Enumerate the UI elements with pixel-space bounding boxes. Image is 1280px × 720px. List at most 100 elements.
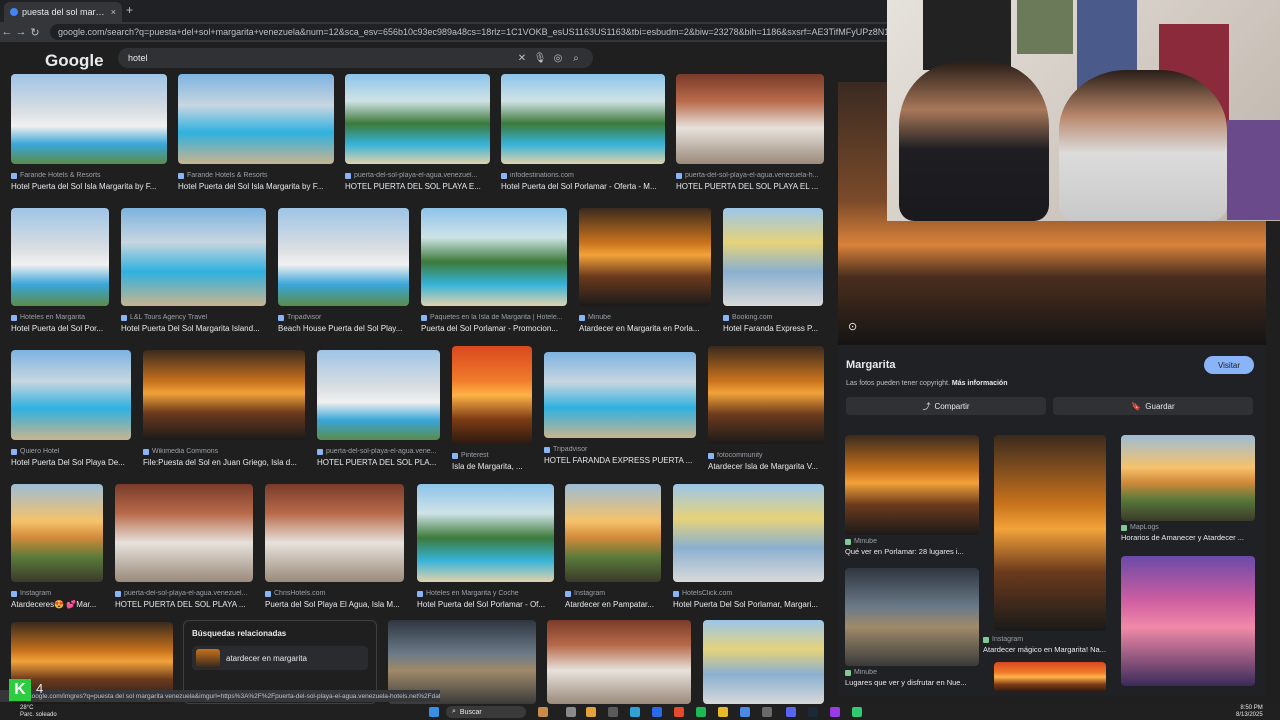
google-logo[interactable]: Google	[45, 51, 104, 71]
result-caption[interactable]: Hotel Puerta Del Sol Margarita Island...	[121, 324, 266, 333]
result-caption[interactable]: Hotel Puerta del Sol Porlamar - Oferta -…	[501, 182, 665, 191]
result-caption[interactable]: Beach House Puerta del Sol Play...	[278, 324, 409, 333]
result-image[interactable]	[703, 620, 824, 704]
result-tile[interactable]: Quiero Hotel Hotel Puerta Del Sol Playa …	[11, 350, 131, 467]
result-tile[interactable]: Tripadvisor Beach House Puerta del Sol P…	[278, 208, 409, 333]
related-caption[interactable]: Horarios de Amanecer y Atardecer ...	[1121, 533, 1255, 542]
result-image[interactable]	[121, 208, 266, 306]
result-image[interactable]	[178, 74, 334, 164]
search-input[interactable]	[126, 52, 513, 64]
result-caption[interactable]: HOTEL PUERTA DEL SOL PLAYA EL ...	[676, 182, 824, 191]
result-caption[interactable]: Atardecer Isla de Margarita V...	[708, 462, 824, 471]
result-image[interactable]	[501, 74, 665, 164]
related-image-tile[interactable]	[1121, 556, 1255, 686]
lens-icon[interactable]: ⊙	[848, 320, 857, 333]
preview-title[interactable]: Margarita	[846, 359, 896, 371]
result-caption[interactable]: File:Puesta del Sol en Juan Griego, Isla…	[143, 458, 305, 467]
result-tile[interactable]	[703, 620, 824, 704]
related-search-item[interactable]: atardecer en margarita	[192, 646, 368, 670]
related-image[interactable]	[1121, 435, 1255, 521]
result-tile[interactable]: puerta-del-sol-playa-el-agua.vene... HOT…	[317, 350, 440, 467]
related-caption[interactable]: Lugares que ver y disfrutar en Nue...	[845, 678, 979, 687]
result-tile[interactable]: Pinterest Isla de Margarita, ...	[452, 346, 532, 471]
app-icon[interactable]	[674, 707, 684, 717]
result-image[interactable]	[708, 346, 824, 444]
result-tile[interactable]: Instagram Atardeceres😍 💕Mar...	[11, 484, 103, 609]
result-tile[interactable]: Minube Atardecer en Margarita en Porla..…	[579, 208, 711, 333]
result-tile[interactable]: Booking.com Hotel Faranda Express P...	[723, 208, 823, 333]
result-caption[interactable]: HOTEL PUERTA DEL SOL PLA...	[317, 458, 440, 467]
windows-start-icon[interactable]	[429, 707, 439, 717]
result-caption[interactable]: Isla de Margarita, ...	[452, 462, 532, 471]
result-tile[interactable]: Tripadvisor HOTEL FARANDA EXPRESS PUERTA…	[544, 352, 696, 465]
result-image[interactable]	[278, 208, 409, 306]
new-tab-button[interactable]: +	[126, 3, 133, 17]
browser-tab[interactable]: puesta del sol margarita venez... ×	[4, 2, 122, 22]
result-image[interactable]	[143, 350, 305, 440]
result-image[interactable]	[547, 620, 691, 704]
save-button[interactable]: 🔖 Guardar	[1053, 397, 1253, 415]
result-image[interactable]	[673, 484, 824, 582]
lens-icon[interactable]: ◎	[549, 53, 567, 64]
search-icon[interactable]: ⌕	[567, 53, 585, 64]
result-caption[interactable]: Hotel Puerta del Sol Isla Margarita by F…	[11, 182, 167, 191]
widget-icon[interactable]	[538, 707, 548, 717]
steam-icon[interactable]	[808, 707, 818, 717]
result-tile[interactable]: puerta-del-sol-playa-el-agua.venezuel...…	[345, 74, 490, 191]
app-icon[interactable]	[830, 707, 840, 717]
chrome-icon[interactable]	[740, 707, 750, 717]
related-caption[interactable]: Atardecer mágico en Margarita! Na...	[983, 645, 1117, 654]
result-image[interactable]	[676, 74, 824, 164]
result-image[interactable]	[317, 350, 440, 440]
related-image-tile[interactable]: Instagram Atardecer mágico en Margarita!…	[983, 633, 1117, 654]
close-tab-icon[interactable]: ×	[111, 7, 116, 17]
terminal-icon[interactable]	[608, 707, 618, 717]
related-caption[interactable]: Qué ver en Porlamar: 28 lugares i...	[845, 547, 979, 556]
related-image[interactable]	[994, 662, 1106, 692]
result-tile[interactable]: puerta-del-sol-playa-el-agua.venezuel...…	[115, 484, 253, 609]
result-caption[interactable]: Hotel Puerta Del Sol Porlamar, Margari..…	[673, 600, 824, 609]
result-caption[interactable]: Atardecer en Margarita en Porla...	[579, 324, 711, 333]
result-image[interactable]	[11, 74, 167, 164]
result-caption[interactable]: Hotel Puerta Del Sol Playa De...	[11, 458, 131, 467]
result-image[interactable]	[421, 208, 567, 306]
result-caption[interactable]: Hotel Puerta del Sol Isla Margarita by F…	[178, 182, 334, 191]
result-tile[interactable]: Hoteles en Margarita y Coche Hotel Puert…	[417, 484, 554, 609]
visit-button[interactable]: Visitar	[1204, 356, 1254, 374]
result-image[interactable]	[544, 352, 696, 438]
result-tile[interactable]: Farande Hotels & Resorts Hotel Puerta de…	[178, 74, 334, 191]
result-image[interactable]	[265, 484, 404, 582]
result-caption[interactable]: Hotel Puerta del Sol Por...	[11, 324, 109, 333]
result-caption[interactable]: Atardeceres😍 💕Mar...	[11, 600, 103, 609]
result-caption[interactable]: Atardecer en Pampatar...	[565, 600, 661, 609]
result-image[interactable]	[565, 484, 661, 582]
result-image[interactable]	[11, 350, 131, 440]
result-image[interactable]	[452, 346, 532, 444]
discord-icon[interactable]	[786, 707, 796, 717]
result-caption[interactable]: Hotel Puerta del Sol Porlamar - Of...	[417, 600, 554, 609]
store-icon[interactable]	[652, 707, 662, 717]
result-image[interactable]	[11, 208, 109, 306]
system-clock[interactable]: 8:50 PM 8/13/2025	[1236, 705, 1263, 719]
result-caption[interactable]: Puerta del Sol Porlamar - Promocion...	[421, 324, 567, 333]
app-icon[interactable]	[852, 707, 862, 717]
related-image[interactable]	[994, 435, 1106, 631]
result-image[interactable]	[115, 484, 253, 582]
result-image[interactable]	[417, 484, 554, 582]
back-icon[interactable]: ←	[0, 26, 14, 38]
result-tile[interactable]: HotelsClick.com Hotel Puerta Del Sol Por…	[673, 484, 824, 609]
taskbar-search[interactable]: ⌕ Buscar	[446, 706, 526, 718]
clear-icon[interactable]: ✕	[513, 53, 531, 64]
related-image-tile[interactable]: Minube Qué ver en Porlamar: 28 lugares i…	[845, 435, 979, 556]
more-info-link[interactable]: Más información	[952, 380, 1008, 387]
related-image[interactable]	[845, 435, 979, 535]
spotify-icon[interactable]	[696, 707, 706, 717]
microphone-icon[interactable]: 🎙	[531, 53, 549, 64]
related-image[interactable]	[845, 568, 979, 666]
related-image-tile[interactable]	[994, 435, 1106, 631]
file-explorer-icon[interactable]	[586, 707, 596, 717]
result-image[interactable]	[579, 208, 711, 306]
result-tile[interactable]	[547, 620, 691, 704]
result-image[interactable]	[345, 74, 490, 164]
result-caption[interactable]: HOTEL PUERTA DEL SOL PLAYA E...	[345, 182, 490, 191]
